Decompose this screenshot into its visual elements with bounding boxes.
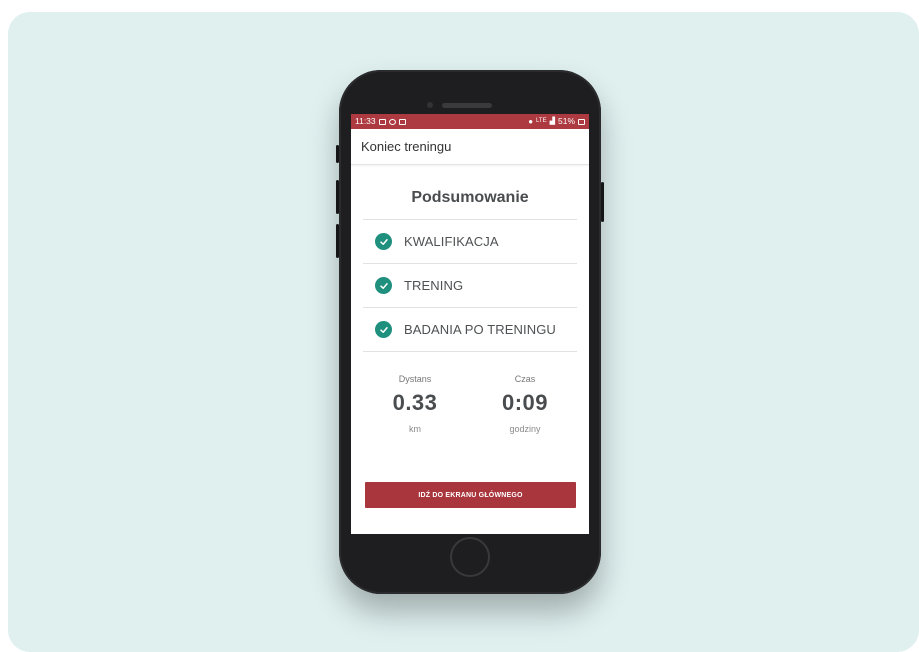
phone-screen: 11:33 ● LTE ▟ 51% Koniec treningu Podsum… xyxy=(351,114,589,534)
time-value: 0:09 xyxy=(501,390,549,415)
gallery-notification-icon xyxy=(378,118,386,125)
time-label: Czas xyxy=(514,374,536,384)
volume-down-button xyxy=(336,224,339,258)
list-item-label: TRENING xyxy=(404,278,464,293)
distance-unit: km xyxy=(409,424,421,434)
phone-mockup: 11:33 ● LTE ▟ 51% Koniec treningu Podsum… xyxy=(336,70,604,594)
time-unit: godziny xyxy=(509,424,541,434)
network-type: LTE xyxy=(536,118,547,124)
app-bar: Koniec treningu xyxy=(351,129,589,165)
sync-notification-icon xyxy=(388,118,396,125)
list-item-label: KWALIFIKACJA xyxy=(404,234,499,249)
time-stat: Czas 0:09 godziny xyxy=(490,374,560,434)
mute-switch xyxy=(336,145,339,163)
volume-up-button xyxy=(336,180,339,214)
battery-icon xyxy=(578,118,585,125)
page-title: Koniec treningu xyxy=(361,139,452,154)
check-icon xyxy=(375,321,392,338)
list-item-kwalifikacja: KWALIFIKACJA xyxy=(363,220,577,264)
distance-stat: Dystans 0.33 km xyxy=(380,374,450,434)
distance-value: 0.33 xyxy=(392,390,438,415)
front-camera xyxy=(427,102,433,108)
signal-icon: ▟ xyxy=(549,118,555,125)
power-button xyxy=(601,182,604,222)
check-icon xyxy=(375,277,392,294)
list-item-label: BADANIA PO TRENINGU xyxy=(404,322,556,337)
home-button[interactable] xyxy=(450,537,490,577)
list-item-trening: TRENING xyxy=(363,264,577,308)
app-notification-icon xyxy=(398,118,406,125)
distance-label: Dystans xyxy=(398,374,432,384)
status-time: 11:33 xyxy=(355,116,376,126)
go-to-home-button[interactable]: IDŹ DO EKRANU GŁÓWNEGO xyxy=(365,482,576,508)
earpiece-speaker xyxy=(442,103,492,108)
location-icon: ● xyxy=(528,117,534,126)
status-bar: 11:33 ● LTE ▟ 51% xyxy=(351,114,589,129)
check-icon xyxy=(375,233,392,250)
battery-level: 51% xyxy=(557,116,575,126)
list-item-badania: BADANIA PO TRENINGU xyxy=(363,308,577,352)
training-stats: Dystans 0.33 km Czas 0:09 godziny xyxy=(351,374,589,434)
summary-heading: Podsumowanie xyxy=(411,189,529,206)
